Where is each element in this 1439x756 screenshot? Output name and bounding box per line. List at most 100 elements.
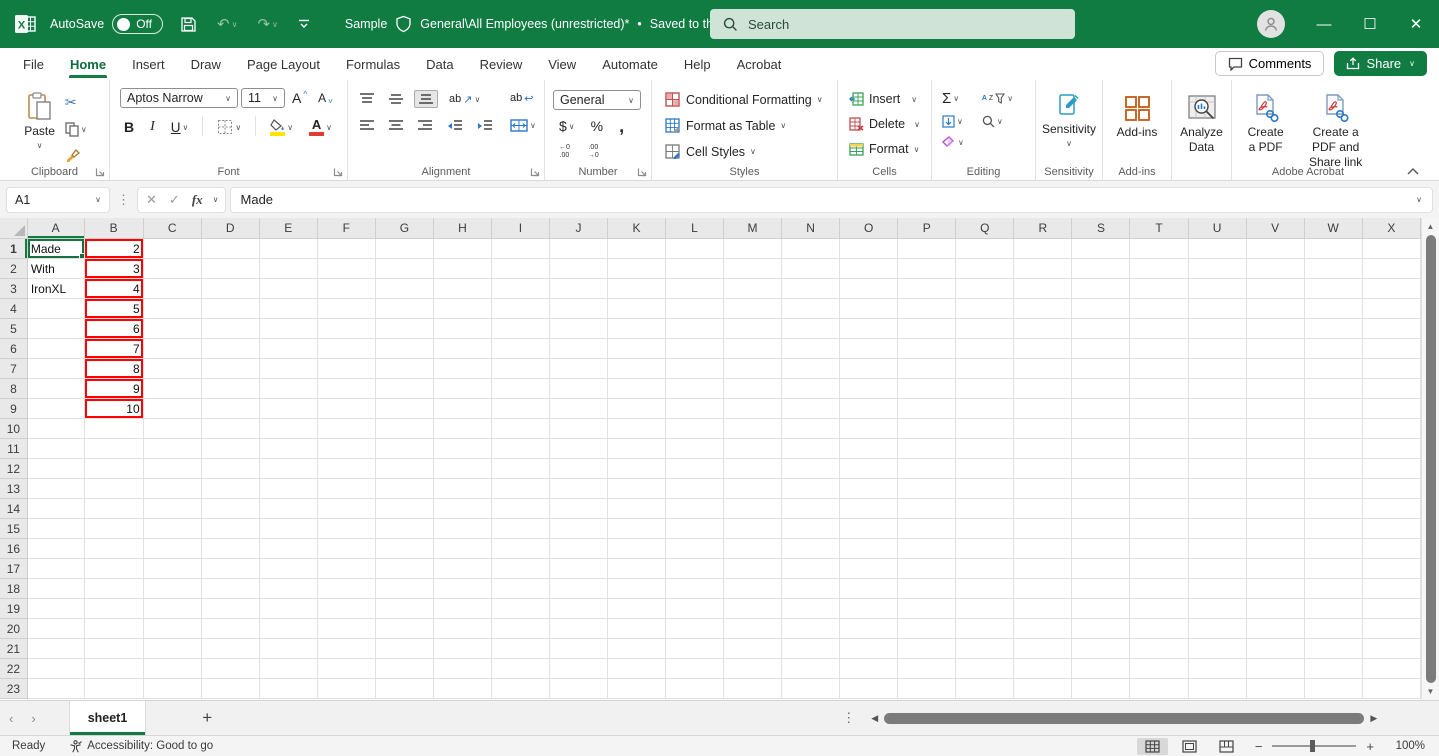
cell-C6[interactable] xyxy=(143,339,202,359)
cell-M6[interactable] xyxy=(724,339,783,359)
cell-N1[interactable] xyxy=(782,239,841,259)
cell-R10[interactable] xyxy=(1014,419,1073,439)
cell-C23[interactable] xyxy=(143,679,202,699)
cell-C17[interactable] xyxy=(143,559,202,579)
cell-C15[interactable] xyxy=(143,519,202,539)
cell-C2[interactable] xyxy=(143,259,202,279)
cell-A8[interactable] xyxy=(27,379,85,399)
cell-H1[interactable] xyxy=(433,239,492,259)
cell-G14[interactable] xyxy=(375,499,434,519)
ribbon-tab-automate[interactable]: Automate xyxy=(591,51,669,78)
cell-B10[interactable] xyxy=(84,419,144,439)
cell-R15[interactable] xyxy=(1014,519,1073,539)
cell-V14[interactable] xyxy=(1246,499,1305,519)
cell-K20[interactable] xyxy=(607,619,666,639)
cell-W6[interactable] xyxy=(1304,339,1363,359)
row-header-18[interactable]: 18 xyxy=(0,579,28,599)
formula-bar-expand-chevron[interactable]: ∨ xyxy=(1416,195,1422,204)
cell-P5[interactable] xyxy=(898,319,957,339)
cell-T3[interactable] xyxy=(1130,279,1189,299)
cell-M21[interactable] xyxy=(724,639,783,659)
cell-X17[interactable] xyxy=(1362,559,1421,579)
cell-T1[interactable] xyxy=(1130,239,1189,259)
cell-N20[interactable] xyxy=(782,619,841,639)
cell-A18[interactable] xyxy=(27,579,85,599)
cell-W13[interactable] xyxy=(1304,479,1363,499)
row-header-1[interactable]: 1 xyxy=(0,239,28,259)
cell-C3[interactable] xyxy=(143,279,202,299)
cell-R2[interactable] xyxy=(1014,259,1073,279)
cell-O2[interactable] xyxy=(840,259,899,279)
column-header-P[interactable]: P xyxy=(898,218,957,239)
cell-A13[interactable] xyxy=(27,479,85,499)
format-as-table-button[interactable]: Format as Table ∨ xyxy=(662,116,826,135)
find-select-button[interactable]: ∨ xyxy=(978,113,1017,130)
cell-B2[interactable]: 3 xyxy=(84,259,144,279)
cell-V22[interactable] xyxy=(1246,659,1305,679)
cell-J18[interactable] xyxy=(549,579,608,599)
font-size-combo[interactable]: 11 ∨ xyxy=(241,88,285,108)
cell-M9[interactable] xyxy=(724,399,783,419)
row-header-6[interactable]: 6 xyxy=(0,339,28,359)
cell-R12[interactable] xyxy=(1014,459,1073,479)
cell-C1[interactable] xyxy=(143,239,202,259)
cell-E21[interactable] xyxy=(259,639,318,659)
column-header-R[interactable]: R xyxy=(1014,218,1073,239)
cell-F13[interactable] xyxy=(317,479,376,499)
scroll-down-arrow[interactable]: ▼ xyxy=(1425,685,1437,698)
cell-Q20[interactable] xyxy=(956,619,1015,639)
cell-J4[interactable] xyxy=(549,299,608,319)
cell-F9[interactable] xyxy=(317,399,376,419)
cell-B4[interactable]: 5 xyxy=(84,299,144,319)
cell-X10[interactable] xyxy=(1362,419,1421,439)
cell-F20[interactable] xyxy=(317,619,376,639)
increase-decimal-button[interactable]: ←0 .00 xyxy=(555,142,574,161)
percent-style-button[interactable]: % xyxy=(587,116,607,136)
cell-H5[interactable] xyxy=(433,319,492,339)
cell-M4[interactable] xyxy=(724,299,783,319)
cell-S7[interactable] xyxy=(1072,359,1131,379)
cell-E17[interactable] xyxy=(259,559,318,579)
decrease-font-size-button[interactable]: A ˅ xyxy=(314,89,337,108)
cell-A5[interactable] xyxy=(27,319,85,339)
cell-E2[interactable] xyxy=(259,259,318,279)
cell-U14[interactable] xyxy=(1188,499,1247,519)
cell-L12[interactable] xyxy=(665,459,724,479)
cell-O11[interactable] xyxy=(840,439,899,459)
column-header-L[interactable]: L xyxy=(665,218,724,239)
horizontal-scroll-thumb[interactable] xyxy=(884,712,1365,724)
cell-X8[interactable] xyxy=(1362,379,1421,399)
cell-B11[interactable] xyxy=(84,439,144,459)
cell-B12[interactable] xyxy=(84,459,144,479)
column-header-Q[interactable]: Q xyxy=(956,218,1015,239)
cell-V6[interactable] xyxy=(1246,339,1305,359)
cell-M19[interactable] xyxy=(724,599,783,619)
cell-X6[interactable] xyxy=(1362,339,1421,359)
cell-Q11[interactable] xyxy=(956,439,1015,459)
cell-B18[interactable] xyxy=(84,579,144,599)
cell-U22[interactable] xyxy=(1188,659,1247,679)
cell-S22[interactable] xyxy=(1072,659,1131,679)
cell-T22[interactable] xyxy=(1130,659,1189,679)
cell-L22[interactable] xyxy=(665,659,724,679)
cell-O7[interactable] xyxy=(840,359,899,379)
column-header-G[interactable]: G xyxy=(375,218,434,239)
create-pdf-button[interactable]: Create a PDF xyxy=(1238,89,1293,159)
cell-S8[interactable] xyxy=(1072,379,1131,399)
cell-P17[interactable] xyxy=(898,559,957,579)
cell-M1[interactable] xyxy=(724,239,783,259)
cell-K17[interactable] xyxy=(607,559,666,579)
cell-M11[interactable] xyxy=(724,439,783,459)
cell-J1[interactable] xyxy=(549,239,608,259)
cell-O17[interactable] xyxy=(840,559,899,579)
cell-P14[interactable] xyxy=(898,499,957,519)
cell-N2[interactable] xyxy=(782,259,841,279)
vertical-scrollbar[interactable]: ▲ ▼ xyxy=(1421,218,1439,700)
cell-G10[interactable] xyxy=(375,419,434,439)
cell-B8[interactable]: 9 xyxy=(84,379,144,399)
row-header-7[interactable]: 7 xyxy=(0,359,28,379)
cell-O4[interactable] xyxy=(840,299,899,319)
cell-Q22[interactable] xyxy=(956,659,1015,679)
cell-I1[interactable] xyxy=(491,239,550,259)
cell-H16[interactable] xyxy=(433,539,492,559)
